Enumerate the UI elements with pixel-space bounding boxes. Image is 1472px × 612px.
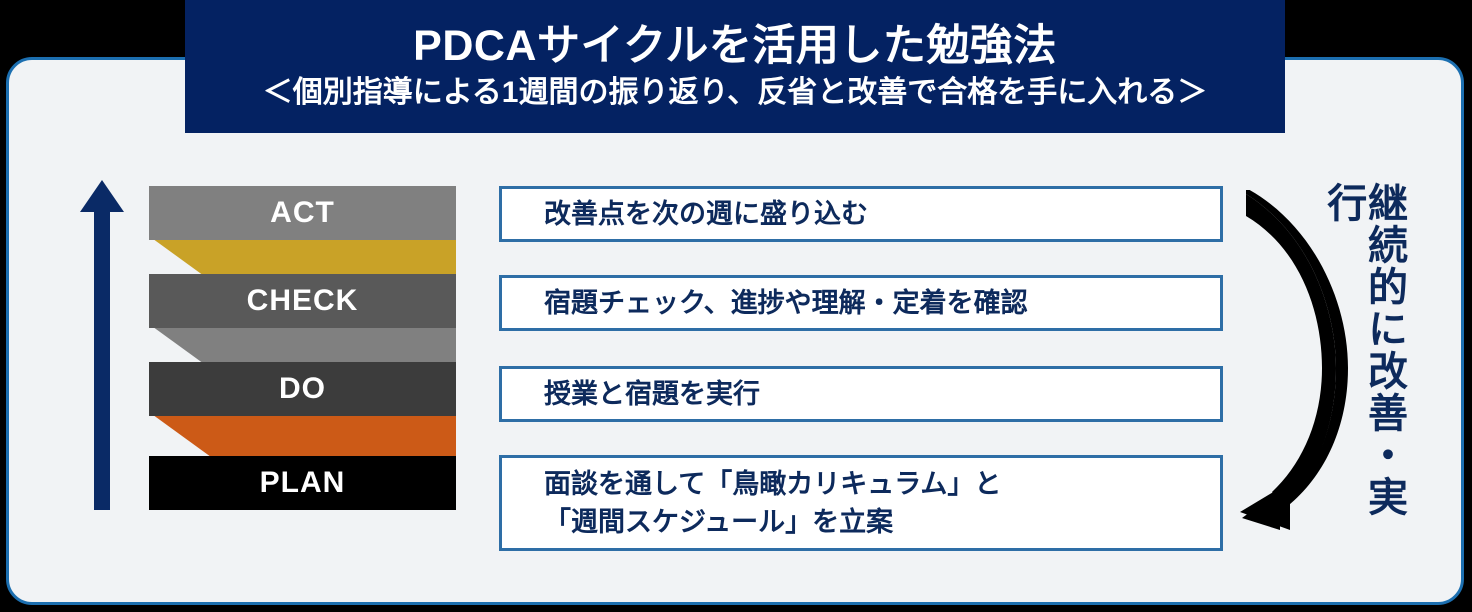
- page-subtitle: ＜個別指導による1週間の振り返り、反省と改善で合格を手に入れる＞: [262, 76, 1208, 110]
- description-text-act: 改善点を次の週に盛り込む: [544, 198, 868, 229]
- step-label-check: CHECK: [246, 284, 359, 317]
- step-bar-do: DO: [149, 362, 456, 416]
- step-connector-do: [149, 412, 456, 457]
- step-label-plan: PLAN: [259, 466, 346, 499]
- description-text-check: 宿題チェック、進捗や理解・定着を確認: [544, 287, 1028, 318]
- header-banner: PDCAサイクルを活用した勉強法 ＜個別指導による1週間の振り返り、反省と改善で…: [185, 0, 1285, 133]
- description-text-do: 授業と宿題を実行: [544, 378, 760, 409]
- description-box-do: 授業と宿題を実行: [499, 366, 1223, 422]
- description-text-plan: 面談を通して「鳥瞰カリキュラム」と 「週間スケジュール」を立案: [544, 468, 1002, 537]
- continuous-improvement-arrow-icon: [1238, 188, 1348, 530]
- step-bar-act: ACT: [149, 186, 456, 240]
- page-title: PDCAサイクルを活用した勉強法: [413, 21, 1057, 70]
- diagram-canvas: PDCAサイクルを活用した勉強法 ＜個別指導による1週間の振り返り、反省と改善で…: [0, 0, 1472, 612]
- pdca-step-stack: ACT CHECK DO PLAN: [149, 186, 456, 516]
- step-bar-plan: PLAN: [149, 456, 456, 510]
- description-box-act: 改善点を次の週に盛り込む: [499, 186, 1223, 242]
- upward-progress-arrow-icon: [80, 180, 124, 510]
- vertical-caption: 継続的に改善・実行: [1321, 182, 1406, 518]
- description-box-plan: 面談を通して「鳥瞰カリキュラム」と 「週間スケジュール」を立案: [499, 455, 1223, 551]
- step-bar-check: CHECK: [149, 274, 456, 328]
- step-label-act: ACT: [270, 196, 335, 229]
- step-label-do: DO: [279, 372, 326, 405]
- description-box-check: 宿題チェック、進捗や理解・定着を確認: [499, 275, 1223, 331]
